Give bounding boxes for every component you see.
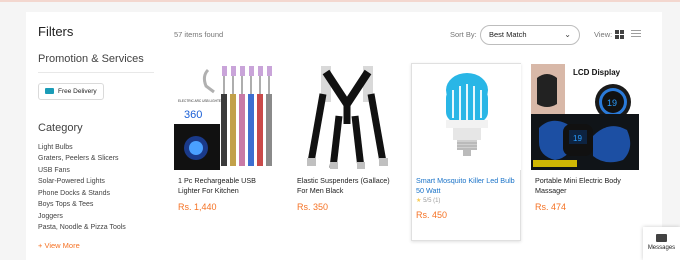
product-image-massager[interactable]: LCD Display 19 19 <box>531 64 639 170</box>
top-accent-line <box>0 0 680 2</box>
messages-button[interactable]: Messages <box>643 227 680 260</box>
items-found-count: 57 items found <box>174 30 224 39</box>
product-image-suspenders[interactable] <box>293 64 401 170</box>
product-image-mosquito-bulb[interactable] <box>413 64 521 170</box>
image-caption: ELECTRIC ARC USB LIGHTER <box>178 99 224 103</box>
chevron-down-icon: ⌄ <box>564 30 571 39</box>
product-title[interactable]: Portable Mini Electric Body Massager <box>535 176 635 196</box>
product-title[interactable]: Smart Mosquito Killer Led Bulb 50 Watt <box>416 176 516 196</box>
grid-view-icon[interactable] <box>615 30 624 39</box>
product-card[interactable]: LCD Display 19 19 Portable Mini Electric… <box>531 64 639 240</box>
category-list: Light Bulbs Graters, Peelers & Slicers U… <box>38 142 154 234</box>
product-price: Rs. 474 <box>535 202 567 212</box>
lcd-display-text: LCD Display <box>573 68 621 77</box>
product-card[interactable]: ELECTRIC ARC USB LIGHTER 360 1 Pc Rechar… <box>174 64 282 240</box>
divider <box>38 72 154 73</box>
list-view-icon[interactable] <box>631 30 641 39</box>
product-price: Rs. 350 <box>297 202 329 212</box>
chat-bubble-icon <box>656 234 667 242</box>
messages-label: Messages <box>647 245 676 251</box>
svg-text:19: 19 <box>573 134 582 143</box>
category-item[interactable]: Pasta, Noodle & Pizza Tools <box>38 222 154 234</box>
sort-dropdown[interactable]: Best Match ⌄ <box>480 25 580 45</box>
view-more-link[interactable]: + View More <box>38 241 154 250</box>
category-title: Category <box>38 121 83 134</box>
category-item[interactable]: Solar-Powered Lights <box>38 176 154 188</box>
free-delivery-filter[interactable]: Free Delivery <box>38 82 104 100</box>
image-360-text: 360 <box>184 109 202 121</box>
star-icon: ★ <box>416 198 422 204</box>
sort-value: Best Match <box>489 30 527 39</box>
sort-label: Sort By: <box>450 30 477 39</box>
rating-text: 5/5 (1) <box>423 198 441 204</box>
product-price: Rs. 1,440 <box>178 202 217 212</box>
category-item[interactable]: Graters, Peelers & Slicers <box>38 153 154 165</box>
category-item[interactable]: Joggers <box>38 211 154 223</box>
promotion-title: Promotion & Services <box>38 53 144 65</box>
free-delivery-label: Free Delivery <box>58 87 97 95</box>
product-card[interactable]: Smart Mosquito Killer Led Bulb 50 Watt ★… <box>411 63 521 241</box>
view-label: View: <box>594 30 613 39</box>
category-item[interactable]: Light Bulbs <box>38 142 154 154</box>
product-title[interactable]: Elastic Suspenders (Gallace) For Men Bla… <box>297 176 397 196</box>
filters-title: Filters <box>38 24 74 39</box>
category-item[interactable]: USB Fans <box>38 165 154 177</box>
filters-sidebar: Filters Promotion & Services Free Delive… <box>26 12 166 260</box>
product-card[interactable]: Elastic Suspenders (Gallace) For Men Bla… <box>293 64 401 240</box>
product-results: 57 items found Sort By: Best Match ⌄ Vie… <box>166 12 662 260</box>
product-image-usb-lighter[interactable]: ELECTRIC ARC USB LIGHTER 360 <box>174 64 282 170</box>
product-title[interactable]: 1 Pc Rechargeable USB Lighter For Kitche… <box>178 176 278 196</box>
product-rating: ★ 5/5 (1) <box>416 197 440 204</box>
category-item[interactable]: Phone Docks & Stands <box>38 188 154 200</box>
category-item[interactable]: Boys Tops & Tees <box>38 199 154 211</box>
product-price: Rs. 450 <box>416 210 448 220</box>
truck-icon <box>45 88 54 94</box>
lcd-digits: 19 <box>607 98 617 108</box>
